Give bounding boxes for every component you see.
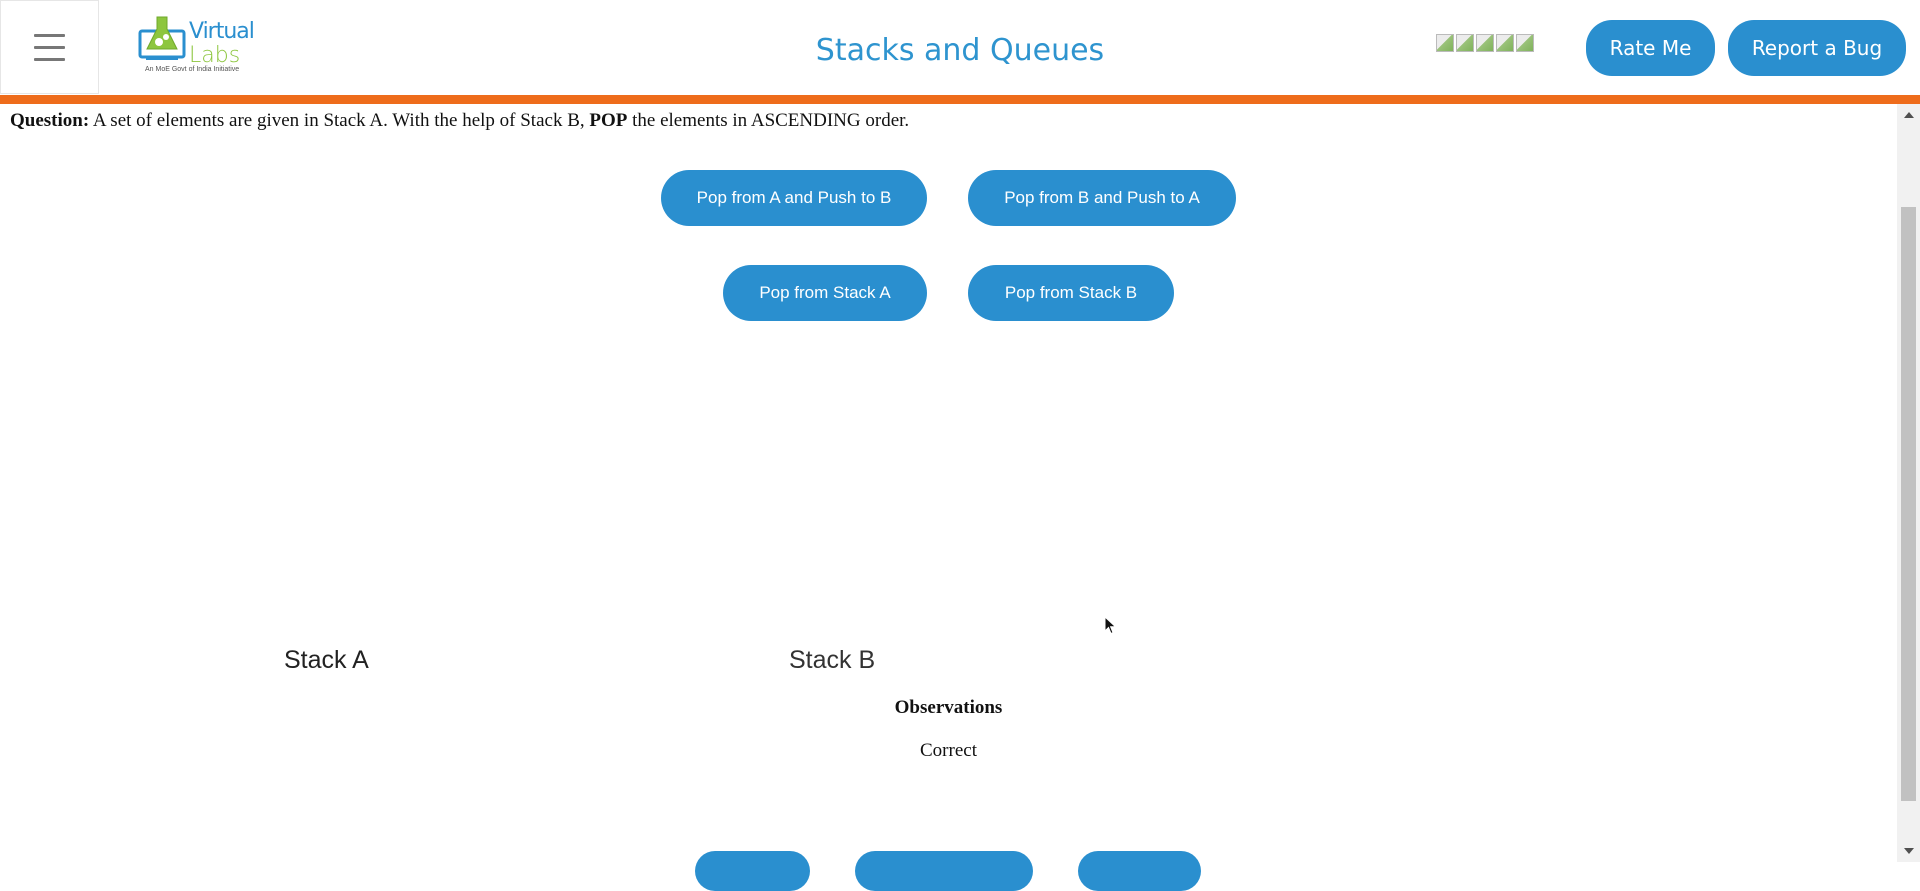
bottom-button[interactable]	[1078, 851, 1201, 891]
mouse-cursor-icon	[1104, 616, 1117, 635]
star-rating-icon[interactable]	[1516, 34, 1534, 52]
question-bold-word: POP	[589, 110, 628, 131]
pop-stack-b-button[interactable]: Pop from Stack B	[968, 265, 1174, 321]
bottom-button[interactable]	[695, 851, 810, 891]
scrollbar-thumb[interactable]	[1901, 207, 1916, 801]
stack-a-label: Stack A	[284, 646, 369, 674]
header-divider-bar	[0, 95, 1920, 104]
observations-title: Observations	[894, 697, 1003, 718]
scroll-down-arrow-icon[interactable]	[1897, 840, 1920, 862]
question-text: Question: A set of elements are given in…	[10, 110, 909, 132]
rate-me-button[interactable]: Rate Me	[1586, 20, 1715, 76]
star-rating-icon[interactable]	[1436, 34, 1454, 52]
star-rating-icon[interactable]	[1476, 34, 1494, 52]
question-body-2: the elements in ASCENDING order.	[627, 110, 910, 131]
pop-stack-a-button[interactable]: Pop from Stack A	[723, 265, 927, 321]
vertical-scrollbar[interactable]	[1897, 104, 1920, 862]
question-label: Question:	[10, 110, 90, 131]
bottom-button[interactable]	[855, 851, 1033, 891]
header: Virtual Labs An MoE Govt of India Initia…	[0, 0, 1920, 95]
scroll-up-arrow-icon[interactable]	[1897, 104, 1920, 126]
question-body-1: A set of elements are given in Stack A. …	[89, 110, 590, 131]
star-rating-icon[interactable]	[1496, 34, 1514, 52]
pop-b-push-a-button[interactable]: Pop from B and Push to A	[968, 170, 1236, 226]
star-rating-icon[interactable]	[1456, 34, 1474, 52]
observations-text: Correct	[920, 740, 977, 761]
stack-b-label: Stack B	[789, 646, 876, 674]
pop-a-push-b-button[interactable]: Pop from A and Push to B	[661, 170, 927, 226]
star-rating[interactable]	[1436, 34, 1534, 52]
report-bug-button[interactable]: Report a Bug	[1728, 20, 1906, 76]
